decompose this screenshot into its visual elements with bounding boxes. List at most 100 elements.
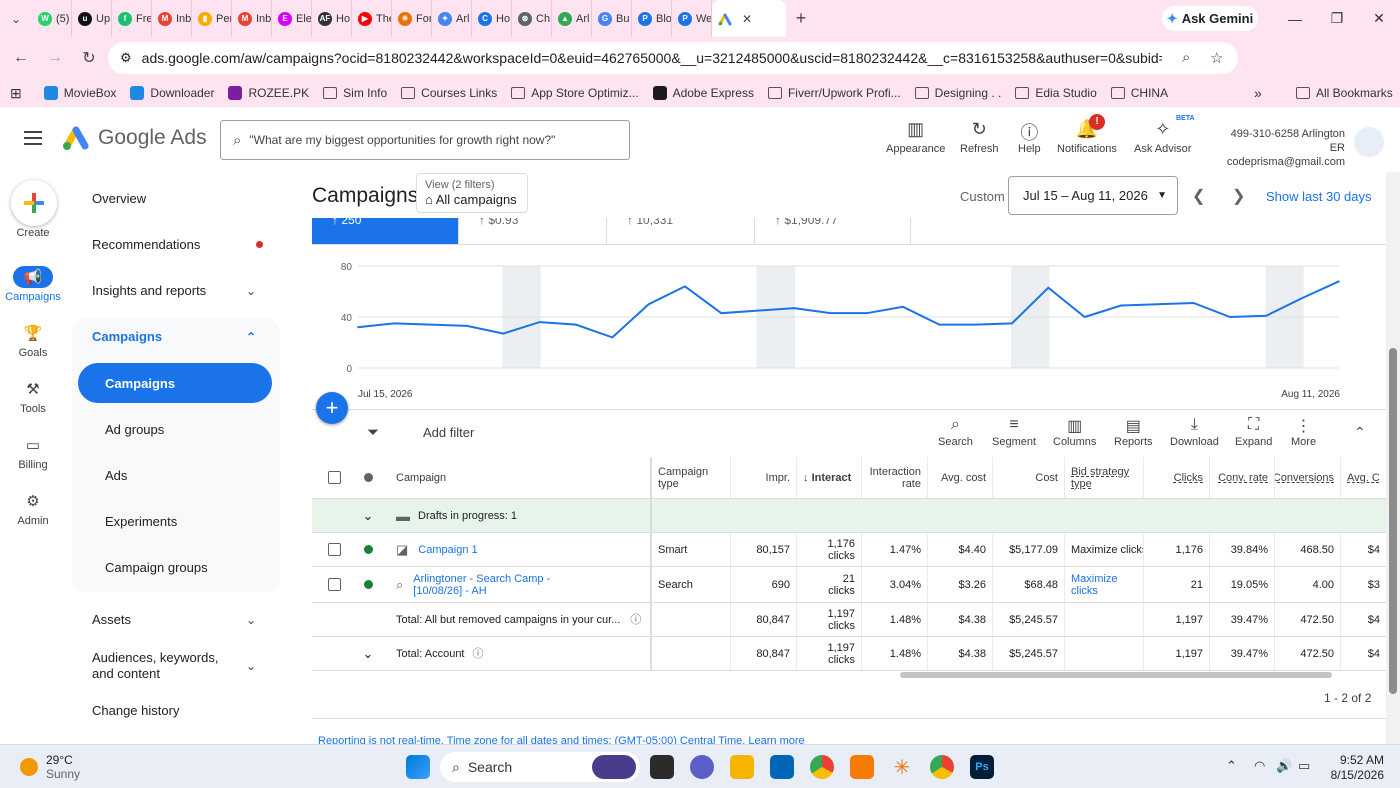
col-conv-rate[interactable]: Conv. rate xyxy=(1210,457,1275,498)
store-icon[interactable] xyxy=(770,755,794,779)
nav-insights[interactable]: Insights and reports ⌄ xyxy=(92,283,292,298)
scorecard-impressions[interactable]: ↑ 10,331 xyxy=(607,218,755,244)
col-campaign[interactable]: Campaign xyxy=(390,457,652,498)
close-window-button[interactable]: ✕ xyxy=(1356,0,1400,37)
main-menu-icon[interactable] xyxy=(24,131,42,149)
weather-widget[interactable]: 29°C Sunny xyxy=(20,753,80,781)
browser-tab[interactable]: C Ho xyxy=(472,0,512,37)
table-row[interactable]: ⌕ Arlingtoner - Search Camp - [10/08/26] … xyxy=(312,567,1386,603)
browser-tab[interactable]: AF Ho xyxy=(312,0,352,37)
enabled-status-dot[interactable] xyxy=(363,580,373,589)
bookmark-item[interactable]: Designing . . xyxy=(914,86,1001,100)
google-ads-logo[interactable]: Google Ads xyxy=(62,125,207,151)
minimize-window-button[interactable]: — xyxy=(1272,0,1318,37)
claude-icon[interactable]: ✳ xyxy=(890,755,914,779)
account-info[interactable]: 499-310-6258 Arlington ER codeprisma@gma… xyxy=(1220,127,1345,169)
reports-button[interactable]: ▤ Reports xyxy=(1114,416,1153,448)
browser-tab[interactable]: ✳ For xyxy=(392,0,432,37)
rail-campaigns[interactable]: 📢 Campaigns xyxy=(0,266,66,303)
browser-tab[interactable]: ▶ The xyxy=(352,0,392,37)
browser-tab[interactable]: W (5) xyxy=(32,0,72,37)
browser-tab[interactable]: M Inb xyxy=(232,0,272,37)
windows-start-icon[interactable] xyxy=(406,755,430,779)
tab-search-icon[interactable]: ⌄ xyxy=(0,0,32,37)
view-selector[interactable]: View (2 filters) ⌂ All campaigns xyxy=(416,173,528,213)
show-hidden-icons[interactable]: ⌃ xyxy=(1226,758,1237,774)
chrome-profile-icon[interactable] xyxy=(930,755,954,779)
teams-icon[interactable] xyxy=(690,755,714,779)
address-bar[interactable]: ⚙ ads.google.com/aw/campaigns?ocid=81802… xyxy=(108,42,1238,74)
rail-admin[interactable]: ⚙ Admin xyxy=(0,490,66,527)
drafts-row[interactable]: ⌄ ▬ Drafts in progress: 1 xyxy=(312,499,1386,533)
account-avatar[interactable] xyxy=(1354,127,1384,157)
rail-create-label-item[interactable]: Create xyxy=(0,227,66,239)
apps-grid-icon[interactable]: ⊞ xyxy=(10,85,22,102)
col-avg-cost[interactable]: Avg. cost xyxy=(928,457,993,498)
expand-button[interactable]: ⛶ Expand xyxy=(1235,416,1272,448)
back-icon[interactable]: ← xyxy=(4,49,38,67)
bookmark-item[interactable]: Fiverr/Upwork Profi... xyxy=(767,86,901,100)
col-bid-strategy[interactable]: Bid strategy type xyxy=(1065,457,1144,498)
browser-tab[interactable]: u Up xyxy=(72,0,112,37)
help-icon[interactable]: ⓘ xyxy=(630,614,641,626)
nav-campaigns[interactable]: Campaigns xyxy=(78,363,272,403)
nav-campaigns-group[interactable]: Campaigns ⌃ xyxy=(92,329,292,344)
create-button[interactable] xyxy=(11,180,57,226)
nav-assets[interactable]: Assets ⌄ xyxy=(92,612,292,627)
tab-google-ads-active[interactable]: ✕ xyxy=(712,0,786,37)
ask-advisor-button[interactable]: ✧ Ask Advisor BETA xyxy=(1134,115,1195,155)
battery-icon[interactable]: ▭ xyxy=(1298,758,1310,774)
horizontal-scrollbar[interactable] xyxy=(900,672,1332,678)
bookmark-star-icon[interactable]: ☆ xyxy=(1210,49,1223,67)
campaign-name-link[interactable]: Arlingtoner - Search Camp - [10/08/26] -… xyxy=(413,573,553,597)
photoshop-icon[interactable]: Ps xyxy=(970,755,994,779)
download-button[interactable]: ⤓ Download xyxy=(1170,416,1219,448)
browser-tab[interactable]: ⊛ Ch xyxy=(512,0,552,37)
help-button[interactable]: ⓘ Help xyxy=(1018,119,1041,155)
bookmark-item[interactable]: Downloader xyxy=(130,86,214,100)
bookmark-item[interactable]: ROZEE.PK xyxy=(228,86,309,100)
browser-tab[interactable]: f Fre xyxy=(112,0,152,37)
browser-tab[interactable]: ▮ Per xyxy=(192,0,232,37)
appearance-button[interactable]: ▥ Appearance xyxy=(886,119,945,155)
scorecard-clicks[interactable]: ↑ 250 xyxy=(312,218,459,244)
chevron-down-icon[interactable]: ⌄ xyxy=(363,647,374,660)
bookmark-item[interactable]: Courses Links xyxy=(401,86,497,100)
bookmark-item[interactable]: CHINA xyxy=(1110,86,1168,100)
col-interactions[interactable]: ↓ Interact xyxy=(797,457,862,498)
previous-period-icon[interactable]: ❮ xyxy=(1192,186,1205,206)
nav-change-history[interactable]: Change history xyxy=(92,703,179,718)
show-last-30-days-link[interactable]: Show last 30 days xyxy=(1266,189,1372,204)
columns-button[interactable]: ▥ Columns xyxy=(1053,416,1096,448)
nav-audiences[interactable]: Audiences, keywords, and content ⌄ xyxy=(92,650,292,682)
file-explorer-icon[interactable] xyxy=(730,755,754,779)
restore-window-button[interactable]: ❐ xyxy=(1314,0,1360,37)
table-row[interactable]: ◪ Campaign 1 Smart 80,157 1,176 clicks 1.4… xyxy=(312,533,1386,567)
forward-icon[interactable]: → xyxy=(38,49,72,67)
date-range-picker[interactable]: Jul 15 – Aug 11, 2026 ▼ xyxy=(1008,176,1178,215)
more-button[interactable]: ⋮ More xyxy=(1291,416,1316,448)
new-tab-button[interactable]: + xyxy=(786,8,816,29)
rail-billing[interactable]: ▭ Billing xyxy=(0,434,66,471)
bookmark-item[interactable]: Adobe Express xyxy=(652,86,754,100)
chrome-icon[interactable] xyxy=(810,755,834,779)
bid-value-link[interactable]: Maximize clicks xyxy=(1071,573,1137,597)
row-checkbox[interactable] xyxy=(327,543,341,556)
campaign-name-link[interactable]: Campaign 1 xyxy=(418,544,477,556)
reload-icon[interactable]: ↻ xyxy=(72,48,106,68)
segment-button[interactable]: ≡ Segment xyxy=(992,416,1036,448)
col-impr[interactable]: Impr. xyxy=(731,457,797,498)
search-input[interactable]: ⌕ "What are my biggest opportunities for… xyxy=(220,120,630,160)
browser-tab[interactable]: E Ele xyxy=(272,0,312,37)
wifi-icon[interactable]: ◠ xyxy=(1254,758,1265,774)
task-view-icon[interactable] xyxy=(650,755,674,779)
add-filter-button[interactable]: Add filter xyxy=(423,425,474,440)
col-avg-cpc[interactable]: Avg. C xyxy=(1341,457,1386,498)
rail-goals[interactable]: 🏆 Goals xyxy=(0,322,66,359)
app-icon[interactable] xyxy=(850,755,874,779)
bookmarks-overflow-icon[interactable]: » xyxy=(1254,85,1262,101)
col-interaction-rate[interactable]: Interaction rate xyxy=(862,457,928,498)
refresh-button[interactable]: ↻ Refresh xyxy=(960,119,999,155)
enabled-status-dot[interactable] xyxy=(363,545,373,554)
nav-campaign-groups[interactable]: Campaign groups xyxy=(78,547,272,587)
